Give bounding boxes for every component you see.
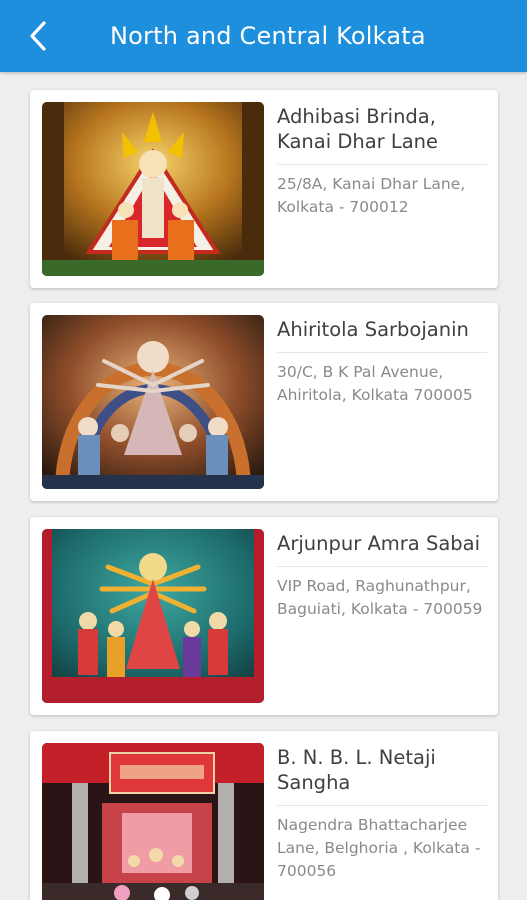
pandal-info: Ahiritola Sarbojanin 30/C, B K Pal Avenu… [277,317,487,407]
back-button[interactable] [14,12,62,60]
pandal-card[interactable]: Arjunpur Amra Sabai VIP Road, Raghunathp… [30,517,498,715]
app-bar: North and Central Kolkata [0,0,527,72]
pandal-photo [42,529,264,703]
pandal-card[interactable]: Ahiritola Sarbojanin 30/C, B K Pal Avenu… [30,303,498,501]
pandal-photo [42,743,264,900]
chevron-left-icon [30,21,46,51]
pandal-photo [42,315,264,489]
pandal-info: B. N. B. L. Netaji Sangha Nagendra Bhatt… [277,745,487,883]
pandal-photo [42,102,264,276]
pandal-card[interactable]: Adhibasi Brinda, Kanai Dhar Lane 25/8A, … [30,90,498,288]
pandal-address: 30/C, B K Pal Avenue, Ahiritola, Kolkata… [277,363,473,404]
pandal-name: B. N. B. L. Netaji Sangha [277,745,487,806]
pandal-info: Arjunpur Amra Sabai VIP Road, Raghunathp… [277,531,487,621]
pandal-address: VIP Road, Raghunathpur, Baguiati, Kolkat… [277,577,483,618]
page-title: North and Central Kolkata [110,22,426,50]
pandal-card[interactable]: B. N. B. L. Netaji Sangha Nagendra Bhatt… [30,731,498,900]
pandal-info: Adhibasi Brinda, Kanai Dhar Lane 25/8A, … [277,104,487,219]
pandal-name: Adhibasi Brinda, Kanai Dhar Lane [277,104,487,165]
pandal-address: Nagendra Bhattacharjee Lane, Belghoria ,… [277,816,481,880]
pandal-name: Arjunpur Amra Sabai [277,531,487,567]
pandal-address: 25/8A, Kanai Dhar Lane, Kolkata - 700012 [277,175,466,216]
pandal-name: Ahiritola Sarbojanin [277,317,487,353]
pandal-list[interactable]: Adhibasi Brinda, Kanai Dhar Lane 25/8A, … [0,72,527,900]
